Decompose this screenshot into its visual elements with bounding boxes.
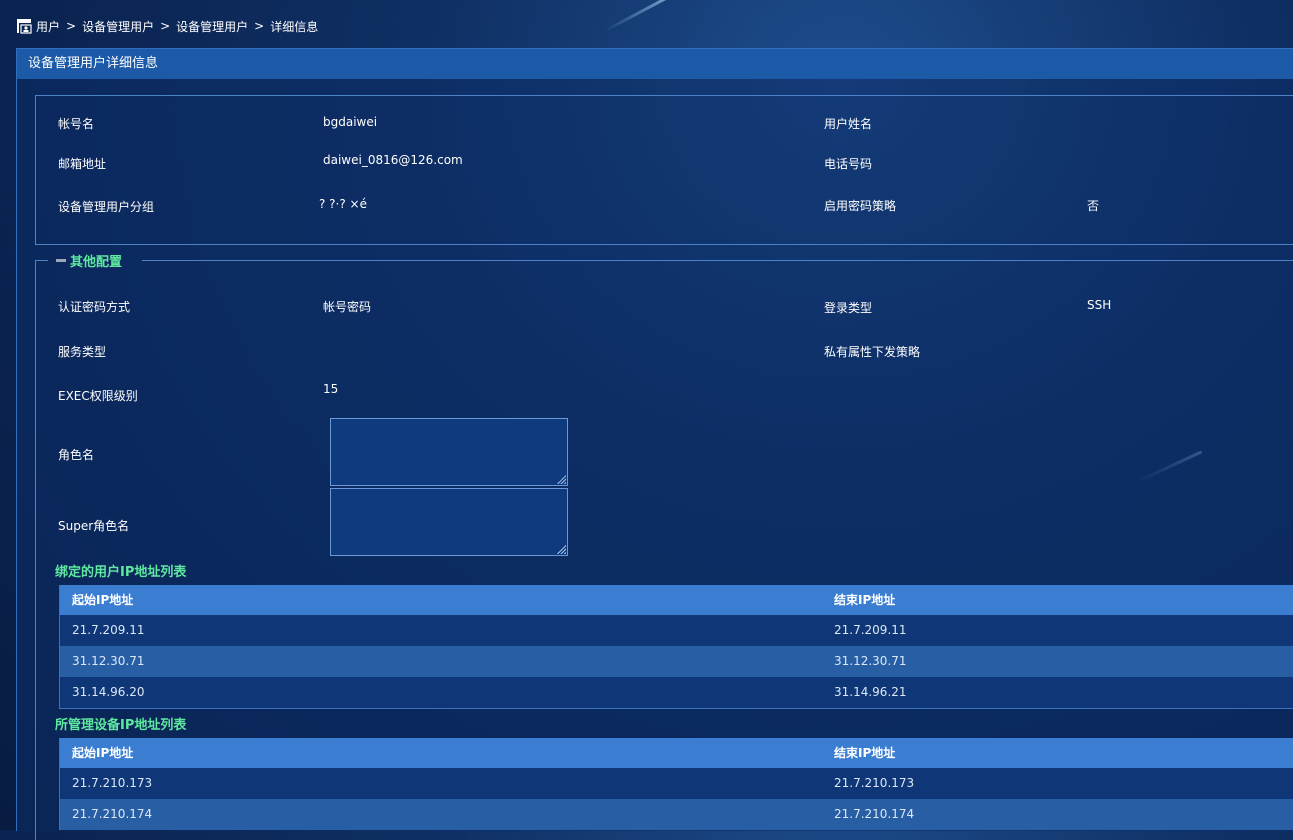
service-type-label: 服务类型 <box>58 345 107 359</box>
decorative-streak <box>604 0 686 32</box>
breadcrumb: 用户 > 设备管理用户 > 设备管理用户 > 详细信息 <box>16 17 318 35</box>
basic-info-box: 帐号名 bgdaiwei 用户姓名 邮箱地址 daiwei_0816@126.c… <box>35 95 1293 245</box>
role-name-label: 角色名 <box>58 448 95 462</box>
exec-level-value: 15 <box>323 382 339 396</box>
email-label: 邮箱地址 <box>58 157 107 171</box>
user-ip-table: 起始IP地址 结束IP地址 21.7.209.11 21.7.209.11 31… <box>59 585 1293 709</box>
start-ip-cell: 21.7.210.174 <box>72 807 153 821</box>
end-ip-cell: 31.12.30.71 <box>834 654 907 668</box>
breadcrumb-item-users[interactable]: 用户 <box>36 18 60 35</box>
device-ip-table: 起始IP地址 结束IP地址 21.7.210.173 21.7.210.173 … <box>59 738 1293 830</box>
other-config-legend[interactable]: 其他配置 <box>56 251 123 270</box>
private-attr-policy-label: 私有属性下发策略 <box>824 345 921 359</box>
panel-title: 设备管理用户详细信息 <box>17 49 1293 79</box>
password-policy-value: 否 <box>1087 199 1100 213</box>
account-value: bgdaiwei <box>323 115 378 129</box>
collapse-icon[interactable] <box>56 258 66 262</box>
resize-grip-icon[interactable] <box>556 544 566 554</box>
login-type-label: 登录类型 <box>824 301 873 315</box>
auth-method-value: 帐号密码 <box>323 300 372 314</box>
device-ip-table-title: 所管理设备IP地址列表 <box>55 718 187 733</box>
user-ip-table-title: 绑定的用户IP地址列表 <box>55 565 187 580</box>
auth-method-label: 认证密码方式 <box>58 300 131 314</box>
start-ip-cell: 31.12.30.71 <box>72 654 145 668</box>
super-role-name-label: Super角色名 <box>58 519 130 533</box>
table-header: 起始IP地址 结束IP地址 <box>60 738 1293 768</box>
password-policy-label: 启用密码策略 <box>824 199 897 213</box>
end-ip-cell: 31.14.96.21 <box>834 685 907 699</box>
table-row[interactable]: 21.7.209.11 21.7.209.11 <box>60 615 1293 646</box>
breadcrumb-separator: > <box>254 19 265 33</box>
exec-level-label: EXEC权限级别 <box>58 389 138 403</box>
fieldset-border <box>142 260 1293 261</box>
breadcrumb-item-device-users-2[interactable]: 设备管理用户 <box>176 18 248 35</box>
table-row[interactable]: 31.12.30.71 31.12.30.71 <box>60 646 1293 677</box>
user-management-icon <box>17 19 32 34</box>
detail-panel: 设备管理用户详细信息 帐号名 bgdaiwei 用户姓名 邮箱地址 daiwei… <box>16 48 1293 840</box>
table-header: 起始IP地址 结束IP地址 <box>60 585 1293 615</box>
email-value: daiwei_0816@126.com <box>323 153 463 167</box>
column-header-end-ip: 结束IP地址 <box>834 593 896 607</box>
end-ip-cell: 21.7.210.174 <box>834 807 915 821</box>
column-header-start-ip: 起始IP地址 <box>72 593 134 607</box>
other-config-legend-label: 其他配置 <box>70 254 123 270</box>
table-row[interactable]: 31.14.96.20 31.14.96.21 <box>60 677 1293 708</box>
group-value: ? ?·? ×é <box>319 197 367 211</box>
column-header-start-ip: 起始IP地址 <box>72 746 134 760</box>
end-ip-cell: 21.7.210.173 <box>834 776 915 790</box>
resize-grip-icon[interactable] <box>556 474 566 484</box>
login-type-value: SSH <box>1087 298 1112 312</box>
account-label: 帐号名 <box>58 117 95 131</box>
breadcrumb-separator: > <box>160 19 171 33</box>
fieldset-border <box>36 260 48 261</box>
group-label: 设备管理用户分组 <box>58 200 155 214</box>
breadcrumb-separator: > <box>66 19 77 33</box>
phone-label: 电话号码 <box>824 157 873 171</box>
start-ip-cell: 21.7.209.11 <box>72 623 145 637</box>
table-row[interactable]: 21.7.210.173 21.7.210.173 <box>60 768 1293 799</box>
table-row[interactable]: 21.7.210.174 21.7.210.174 <box>60 799 1293 830</box>
start-ip-cell: 21.7.210.173 <box>72 776 153 790</box>
role-name-textarea[interactable] <box>330 418 568 486</box>
username-label: 用户姓名 <box>824 117 873 131</box>
breadcrumb-item-details: 详细信息 <box>270 19 319 34</box>
super-role-name-textarea[interactable] <box>330 488 568 556</box>
column-header-end-ip: 结束IP地址 <box>834 746 896 760</box>
start-ip-cell: 31.14.96.20 <box>72 685 145 699</box>
end-ip-cell: 21.7.209.11 <box>834 623 907 637</box>
breadcrumb-item-device-users[interactable]: 设备管理用户 <box>82 18 154 35</box>
